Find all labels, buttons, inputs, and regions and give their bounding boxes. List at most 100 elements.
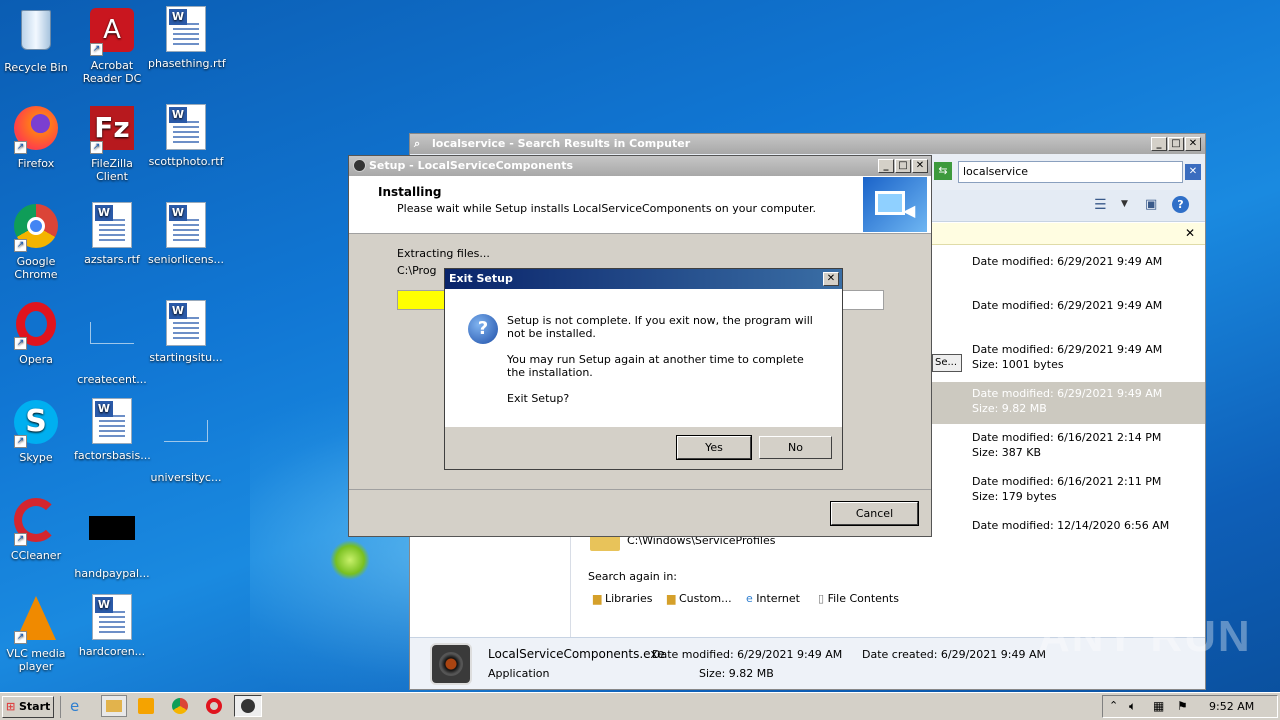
speaker-icon[interactable]: 🔈︎ xyxy=(1129,699,1136,714)
clear-search-icon[interactable]: ✕ xyxy=(1185,164,1201,180)
search-again-item-label: Custom... xyxy=(678,592,732,605)
recycle-bin-icon xyxy=(12,10,60,58)
minimize-button[interactable]: _ xyxy=(878,159,894,173)
chevron-down-icon[interactable]: ▼ xyxy=(1121,199,1128,209)
ie-icon[interactable]: e xyxy=(70,697,79,715)
result-date: Date modified: 6/16/2021 2:14 PM xyxy=(972,431,1162,444)
maximize-button[interactable]: □ xyxy=(1168,137,1184,151)
opera-shortcut[interactable]: ↗ Opera xyxy=(0,300,74,366)
startingsitu-file[interactable]: W startingsitu... xyxy=(148,300,224,364)
result-item[interactable]: Date modified: 6/16/2021 2:14 PM Size: 3… xyxy=(972,430,1161,460)
app-camera-icon xyxy=(430,643,472,685)
firefox-shortcut[interactable]: ↗ Firefox xyxy=(0,104,74,170)
filezilla-shortcut[interactable]: Fz ↗ FileZilla Client xyxy=(74,104,150,183)
explorer-titlebar[interactable]: ⌕ localservice - Search Results in Compu… xyxy=(410,134,1205,154)
explorer-taskbar-icon[interactable] xyxy=(101,695,127,717)
desktop-icon-label: VLC media player xyxy=(6,647,66,673)
skype-shortcut[interactable]: S ↗ Skype xyxy=(0,398,74,464)
acrobat-shortcut[interactable]: A ↗ Acrobat Reader DC xyxy=(74,6,150,85)
phasething-file[interactable]: W phasething.rtf xyxy=(148,6,226,70)
search-again-libraries[interactable]: ▆ Libraries xyxy=(593,592,652,610)
word-doc-icon: W xyxy=(88,202,136,250)
no-button[interactable]: No xyxy=(759,436,832,459)
help-icon[interactable]: ? xyxy=(1172,196,1189,213)
network-icon[interactable]: ▦ xyxy=(1153,699,1164,713)
ccleaner-shortcut[interactable]: ↗ CCleaner xyxy=(0,496,74,562)
hardcoren-file[interactable]: W hardcoren... xyxy=(74,594,150,658)
search-input[interactable]: localservice xyxy=(958,161,1183,183)
preview-pane-icon[interactable]: ▣ xyxy=(1145,197,1157,212)
filezilla-icon: Fz ↗ xyxy=(88,106,136,154)
show-hidden-icons-icon[interactable]: ⌃ xyxy=(1109,699,1118,712)
setup-progress-fill xyxy=(398,291,447,309)
internet-explorer-icon: e xyxy=(746,592,753,605)
libraries-icon: ▆ xyxy=(593,592,602,605)
desktop-icon-label: handpaypal... xyxy=(74,567,150,580)
desktop-icon-label: Firefox xyxy=(17,157,55,170)
result-item[interactable]: Date modified: 6/29/2021 9:49 AM Size: 1… xyxy=(972,342,1162,372)
setup-titlebar[interactable]: Setup - LocalServiceComponents _ □ ✕ xyxy=(349,156,931,176)
result-item[interactable]: Date modified: 6/29/2021 9:49 AM xyxy=(972,254,1162,269)
azstars-file[interactable]: W azstars.rtf xyxy=(74,202,150,266)
result-item[interactable]: Date modified: 6/29/2021 9:49 AM xyxy=(972,298,1162,313)
setup-taskbar-button[interactable] xyxy=(234,695,262,717)
close-infobar-icon[interactable]: ✕ xyxy=(1185,226,1195,240)
chrome-icon: ↗ xyxy=(12,204,60,252)
recycle-bin-shortcut[interactable]: Recycle Bin xyxy=(0,6,74,74)
scottphoto-file[interactable]: W scottphoto.rtf xyxy=(148,104,224,168)
word-doc-icon: W xyxy=(88,594,136,642)
partial-button[interactable]: Se... xyxy=(932,354,962,372)
setup-app-icon xyxy=(353,159,366,172)
result-item[interactable]: Date modified: 6/16/2021 2:11 PM Size: 1… xyxy=(972,474,1161,504)
search-folder-icon: ⌕ xyxy=(414,137,421,150)
exit-dialog-title: Exit Setup xyxy=(449,272,513,285)
result-item[interactable]: Date modified: 12/14/2020 6:56 AM xyxy=(972,518,1169,533)
exit-setup-dialog[interactable]: Exit Setup ✕ ? Setup is not complete. If… xyxy=(444,268,843,470)
seniorlicens-file[interactable]: W seniorlicens... xyxy=(148,202,224,266)
details-filename: LocalServiceComponents.exe xyxy=(488,647,665,661)
media-player-icon[interactable] xyxy=(138,698,154,714)
desktop-icon-label: phasething.rtf xyxy=(148,57,226,70)
result-date: Date modified: 6/29/2021 9:49 AM xyxy=(972,387,1163,400)
minimize-button[interactable]: _ xyxy=(1151,137,1167,151)
setup-file-path: C:\Prog xyxy=(397,264,437,277)
close-button[interactable]: ✕ xyxy=(912,159,928,173)
search-again-file-contents[interactable]: ▯ File Contents xyxy=(818,592,899,610)
result-date: Date modified: 6/29/2021 9:49 AM xyxy=(972,343,1163,356)
vlc-shortcut[interactable]: ↗ VLC media player xyxy=(0,594,74,673)
clock[interactable]: 9:52 AM xyxy=(1209,700,1254,713)
setup-computer-icon: ◀ xyxy=(863,177,927,232)
search-again-custom[interactable]: ▆ Custom... xyxy=(667,592,732,610)
opera-taskbar-icon[interactable] xyxy=(206,698,222,714)
maximize-button[interactable]: □ xyxy=(895,159,911,173)
wallpaper-leaf xyxy=(330,540,370,580)
exit-dialog-question: Exit Setup? xyxy=(507,392,570,405)
yes-button[interactable]: Yes xyxy=(676,435,752,460)
handpaypal-file[interactable]: handpaypal... xyxy=(74,496,150,580)
factorsbasis-file[interactable]: W factorsbasis... xyxy=(74,398,151,462)
close-button[interactable]: ✕ xyxy=(1185,137,1201,151)
system-tray: ⌃ 🔈︎ ▦ ⚑ 9:52 AM xyxy=(1102,695,1278,718)
exit-dialog-titlebar[interactable]: Exit Setup ✕ xyxy=(445,269,842,289)
desktop-icon-label: Google Chrome xyxy=(14,255,58,281)
windows-logo-icon: ⊞ xyxy=(6,700,16,713)
result-size: Size: 1001 bytes xyxy=(972,358,1064,371)
file-icon xyxy=(88,322,136,370)
refresh-icon[interactable]: ⇆ xyxy=(934,162,952,180)
search-again-internet[interactable]: e Internet xyxy=(746,592,800,610)
chrome-shortcut[interactable]: ↗ Google Chrome xyxy=(0,202,74,281)
chrome-taskbar-icon[interactable] xyxy=(172,698,188,714)
start-button[interactable]: ⊞ Start xyxy=(2,696,54,718)
ccleaner-icon: ↗ xyxy=(12,498,60,546)
view-options-icon[interactable]: ☰ xyxy=(1094,197,1107,213)
details-modified: Date modified: 6/29/2021 9:49 AM xyxy=(652,648,843,661)
createcent-file[interactable]: createcent... xyxy=(74,300,150,386)
close-button[interactable]: ✕ xyxy=(823,272,839,286)
flag-icon[interactable]: ⚑ xyxy=(1177,699,1188,713)
result-date: Date modified: 12/14/2020 6:56 AM xyxy=(972,519,1170,532)
result-item[interactable]: Date modified: 6/29/2021 9:49 AM Size: 9… xyxy=(972,386,1162,416)
details-size: Size: 9.82 MB xyxy=(699,667,774,680)
cancel-button[interactable]: Cancel xyxy=(830,501,919,526)
file-icon xyxy=(162,420,210,468)
universityc-file[interactable]: universityc... xyxy=(148,398,224,484)
